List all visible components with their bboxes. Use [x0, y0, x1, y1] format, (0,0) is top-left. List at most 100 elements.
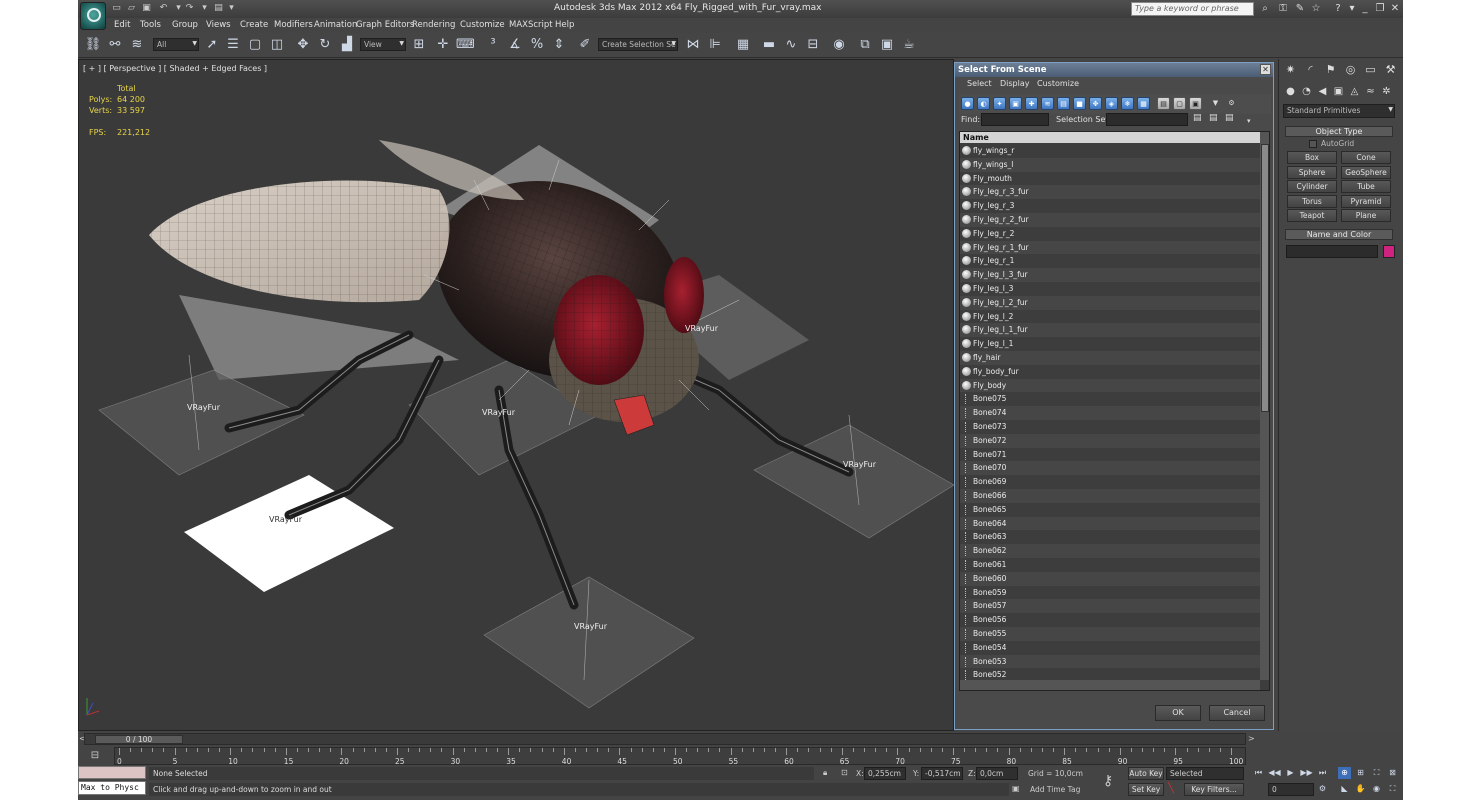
zoom-all-icon[interactable]: ⊞	[1354, 767, 1367, 779]
minimize-icon[interactable]: _	[1359, 3, 1371, 15]
pyramid-button[interactable]: Pyramid	[1341, 195, 1391, 208]
keyboard-shortcut-icon[interactable]: ⌨	[456, 36, 475, 54]
z-coordinate-field[interactable]: 0,0cm	[976, 767, 1018, 780]
undo-icon[interactable]: ↶	[158, 3, 169, 14]
list-item[interactable]: Bone056	[960, 613, 1260, 627]
help-icon[interactable]: ?	[1332, 3, 1344, 15]
select-object-icon[interactable]: ➚	[203, 36, 221, 54]
list-item[interactable]: Fly_leg_l_2_fur	[960, 295, 1260, 310]
viewport-label[interactable]: [ + ] [ Perspective ] [ Shaded + Edged F…	[83, 64, 267, 73]
named-selection-dropdown[interactable]: Create Selection Se	[598, 38, 678, 51]
menu-rendering[interactable]: Rendering	[412, 20, 455, 30]
list-item[interactable]: Bone062	[960, 544, 1260, 558]
list-item[interactable]: Bone073	[960, 420, 1260, 434]
open-file-icon[interactable]: ▱	[126, 3, 137, 14]
qat-dropdown-icon[interactable]: ▾	[226, 3, 237, 14]
add-time-tag[interactable]: Add Time Tag	[1030, 785, 1080, 794]
modify-tab-icon[interactable]: ◜	[1303, 62, 1318, 77]
lights-icon[interactable]: ◀	[1315, 84, 1330, 99]
ok-button[interactable]: OK	[1155, 705, 1201, 721]
unlink-icon[interactable]: ⚯	[106, 36, 124, 54]
window-crossing-icon[interactable]: ◫	[268, 36, 286, 54]
selection-filter-dropdown[interactable]: All	[153, 38, 199, 51]
list-item[interactable]: Fly_leg_r_1_fur	[960, 240, 1260, 255]
xrefs-filter-icon[interactable]: ■	[1073, 97, 1086, 110]
list-item[interactable]: fly_body_fur	[960, 365, 1260, 379]
list-item[interactable]: Bone054	[960, 641, 1260, 655]
list-item[interactable]: Bone064	[960, 516, 1260, 531]
schematic-view-icon[interactable]: ⊟	[804, 36, 822, 54]
favorites-icon[interactable]: ☆	[1310, 3, 1322, 15]
list-item[interactable]: Bone071	[960, 448, 1260, 462]
menu-group[interactable]: Group	[172, 20, 198, 30]
app-logo-icon[interactable]	[80, 2, 106, 30]
horizontal-scrollbar[interactable]	[960, 680, 1260, 690]
remove-from-set-icon[interactable]: ▤	[1225, 113, 1237, 126]
object-color-swatch[interactable]	[1383, 245, 1395, 258]
menu-graph-editors[interactable]: Graph Editors	[356, 20, 414, 30]
list-item[interactable]: Bone055	[960, 627, 1260, 641]
cancel-button[interactable]: Cancel	[1209, 705, 1265, 721]
curve-editor-icon[interactable]: ∿	[782, 36, 800, 54]
dialog-close-icon[interactable]: ✕	[1260, 64, 1271, 75]
edit-named-selection-icon[interactable]: ✐	[576, 36, 594, 54]
dialog-menu-select[interactable]: Select	[967, 79, 992, 88]
geometry-filter-icon[interactable]: ●	[961, 97, 974, 110]
key-mode-dropdown[interactable]: Selected	[1166, 767, 1244, 780]
help-search-input[interactable]: Type a keyword or phrase	[1131, 2, 1254, 16]
systems-icon[interactable]: ✲	[1379, 84, 1394, 99]
save-file-icon[interactable]: ▣	[141, 3, 152, 14]
menu-views[interactable]: Views	[206, 20, 231, 30]
select-manipulate-icon[interactable]: ✛	[434, 36, 452, 54]
shapes-filter-icon[interactable]: ◐	[977, 97, 990, 110]
current-frame-field[interactable]: 0	[1268, 783, 1314, 796]
redo-dropdown-icon[interactable]: ▾	[199, 3, 210, 14]
maxscript-listener-pink[interactable]	[78, 766, 146, 779]
helpers-icon[interactable]: ◬	[1347, 84, 1362, 99]
percent-snap-icon[interactable]: %	[528, 36, 546, 54]
list-item[interactable]: Fly_leg_r_2	[960, 227, 1260, 241]
selection-lock-icon[interactable]: 🔒︎	[823, 768, 833, 778]
autogrid-checkbox[interactable]	[1309, 140, 1317, 148]
link-icon[interactable]: ⛓	[84, 36, 102, 54]
display-none-icon[interactable]: ▢	[1173, 97, 1186, 110]
list-item[interactable]: Bone066	[960, 489, 1260, 503]
cameras-icon[interactable]: ▣	[1331, 84, 1346, 99]
geometry-icon[interactable]: ●	[1283, 84, 1298, 99]
set-keys-key-icon[interactable]: ⚷	[1103, 769, 1123, 793]
list-item[interactable]: Fly_leg_l_3	[960, 282, 1260, 296]
zoom-extents-all-icon[interactable]: ⊠	[1386, 767, 1399, 779]
help-dropdown-icon[interactable]: ▾	[1346, 3, 1358, 15]
time-next-icon[interactable]: >	[1248, 734, 1256, 744]
auto-key-button[interactable]: Auto Key	[1128, 767, 1164, 780]
object-name-input[interactable]	[1286, 245, 1378, 258]
list-item[interactable]: Fly_leg_r_3_fur	[960, 185, 1260, 200]
hierarchy-tab-icon[interactable]: ⚑	[1323, 62, 1338, 77]
new-file-icon[interactable]: ▭	[111, 3, 122, 14]
maximize-viewport-icon[interactable]: ⛶	[1386, 783, 1399, 795]
list-item[interactable]: Fly_leg_l_2	[960, 310, 1260, 324]
scroll-thumb[interactable]	[1261, 144, 1269, 412]
spacewarps-filter-icon[interactable]: ≋	[1041, 97, 1054, 110]
cameras-filter-icon[interactable]: ▣	[1009, 97, 1022, 110]
time-config-icon[interactable]: ⚙	[1316, 783, 1329, 795]
redo-icon[interactable]: ↷	[184, 3, 195, 14]
dialog-menu-customize[interactable]: Customize	[1037, 79, 1079, 88]
utilities-tab-icon[interactable]: ⚒	[1383, 62, 1398, 77]
absolute-mode-icon[interactable]: ⊡	[841, 768, 851, 778]
render-teapot-icon[interactable]: ☕	[900, 36, 918, 54]
graphite-ribbon-icon[interactable]: ▬	[760, 36, 778, 54]
menu-customize[interactable]: Customize	[460, 20, 505, 30]
list-item[interactable]: Fly_body	[960, 378, 1260, 393]
helpers-filter-icon[interactable]: ✚	[1025, 97, 1038, 110]
spacewarps-icon[interactable]: ≈	[1363, 84, 1378, 99]
go-to-start-icon[interactable]: ⏮	[1252, 767, 1265, 779]
vertical-scrollbar[interactable]	[1260, 132, 1269, 680]
go-to-end-icon[interactable]: ⏭	[1316, 767, 1329, 779]
menu-help[interactable]: Help	[555, 20, 574, 30]
menu-maxscript[interactable]: MAXScript	[509, 20, 553, 30]
list-item[interactable]: Bone057	[960, 599, 1260, 614]
lights-filter-icon[interactable]: ✦	[993, 97, 1006, 110]
menu-edit[interactable]: Edit	[114, 20, 130, 30]
subscription-icon[interactable]: ⚿	[1277, 3, 1289, 15]
